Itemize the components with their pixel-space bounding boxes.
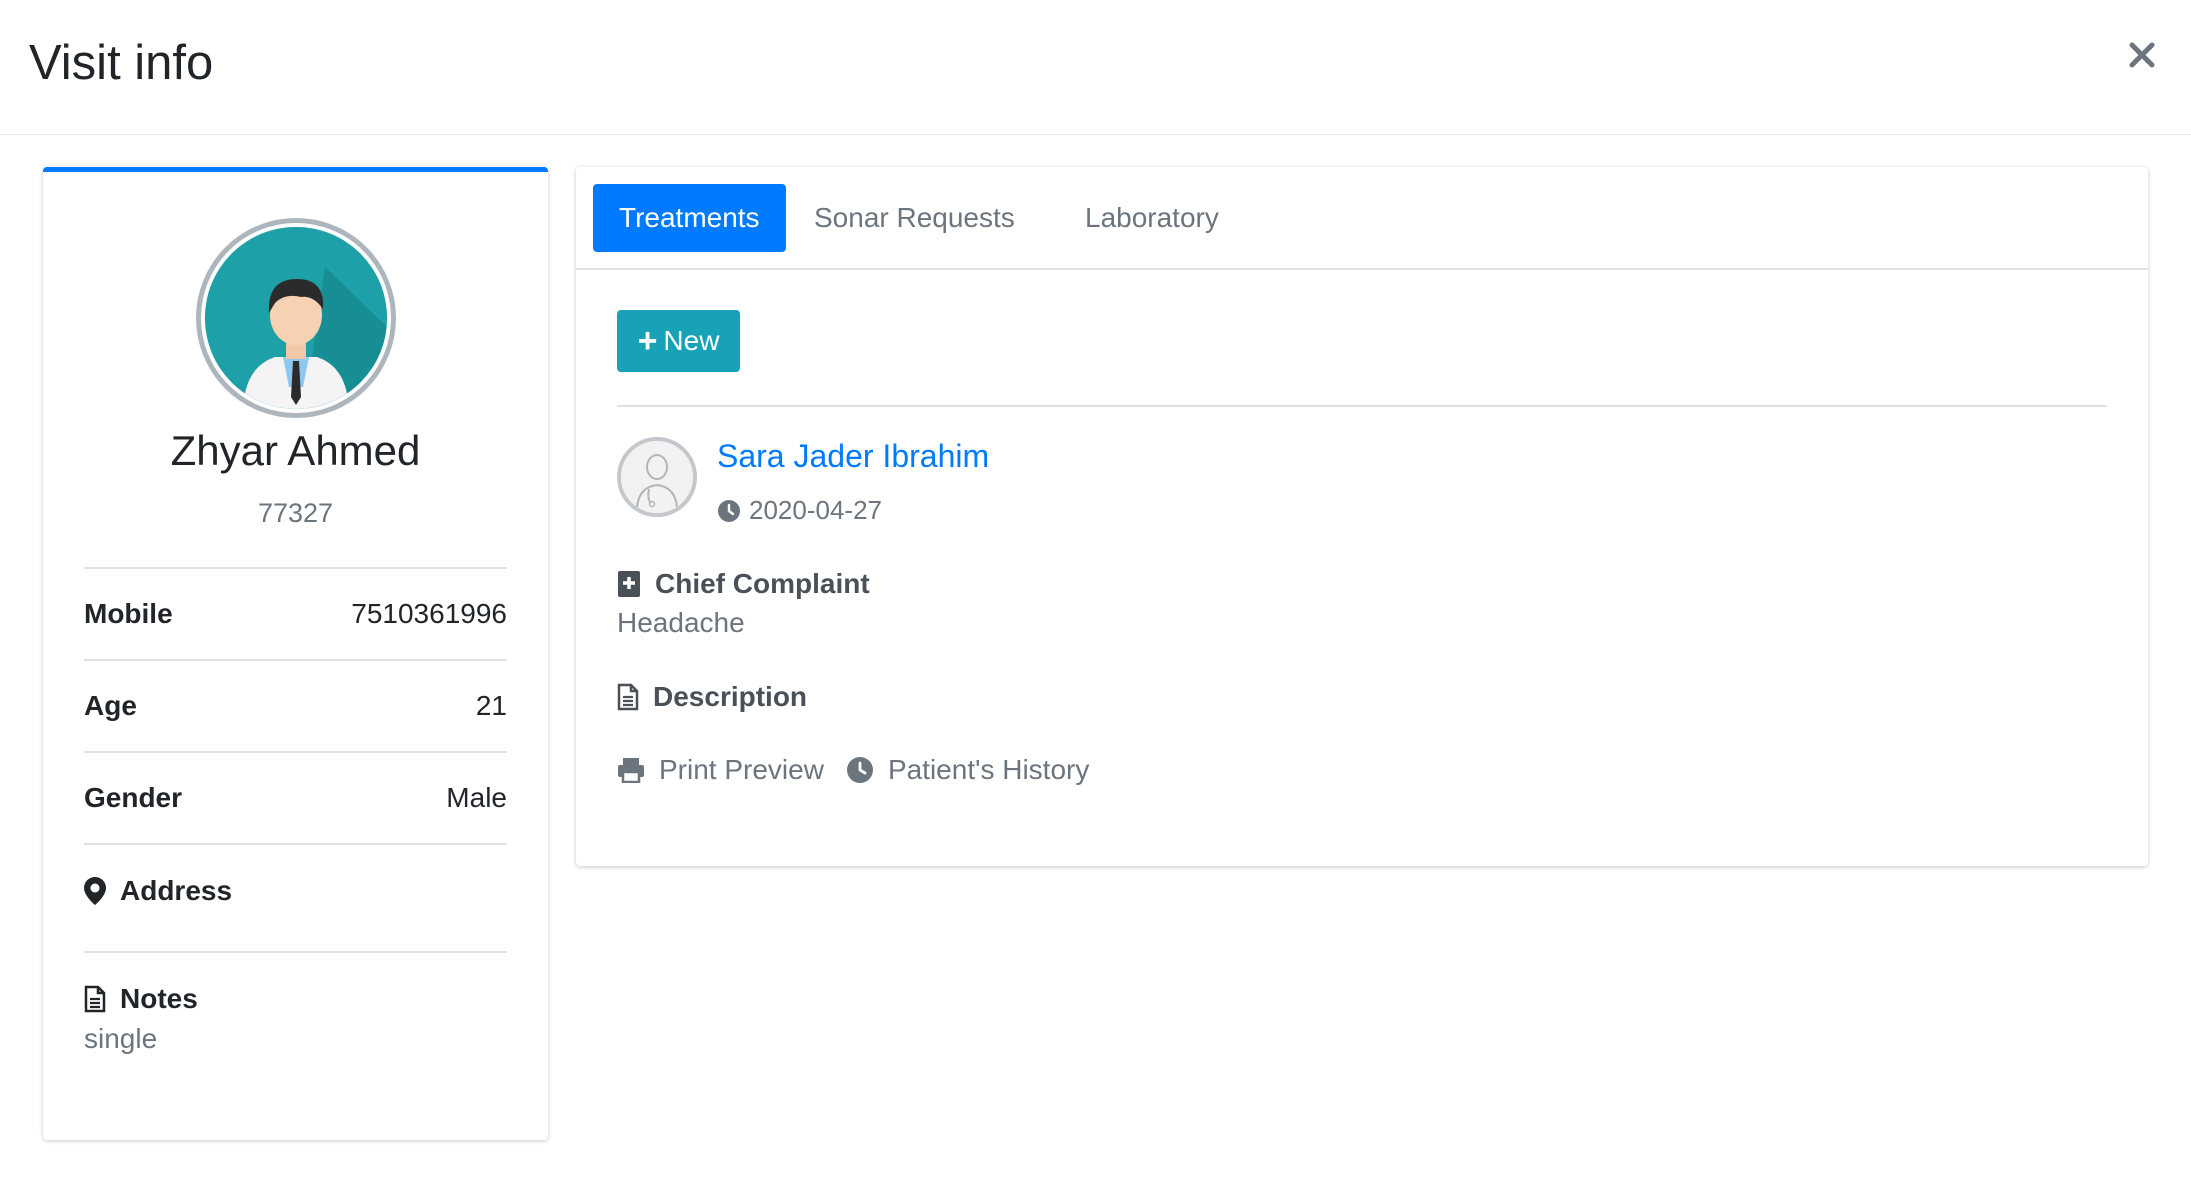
- age-value: 21: [475, 690, 507, 721]
- info-row-age: Age 21: [84, 659, 507, 751]
- tab-bar: Treatments Sonar Requests Laboratory: [576, 167, 2148, 270]
- patient-history-label: Patient's History: [887, 754, 1090, 785]
- close-button[interactable]: [2119, 32, 2165, 78]
- chief-complaint-value: Headache: [617, 607, 745, 638]
- description-label: Description: [653, 681, 808, 712]
- close-icon: [2129, 42, 2155, 68]
- map-marker-icon: [84, 877, 106, 905]
- tab-sonar-requests[interactable]: Sonar Requests: [788, 184, 1041, 252]
- description-header: Description: [617, 681, 807, 713]
- doctor-avatar: [617, 437, 697, 517]
- patient-name: Zhyar Ahmed: [170, 427, 421, 474]
- patient-profile-card: Zhyar Ahmed 77327 Mobile 7510361996 Age …: [43, 167, 548, 1140]
- file-text-icon: [617, 683, 639, 711]
- print-icon: [618, 758, 644, 783]
- treatment-date: 2020-04-27: [717, 495, 882, 526]
- doctor-name-link[interactable]: Sara Jader Ibrahim: [717, 438, 989, 475]
- gender-value: Male: [446, 782, 507, 813]
- treatment-date-value: 2020-04-27: [749, 495, 882, 525]
- mobile-value: 7510361996: [351, 598, 507, 629]
- patient-id: 77327: [257, 498, 334, 528]
- file-text-icon: [84, 985, 106, 1013]
- notes-block: Notes single: [84, 951, 507, 1059]
- patient-avatar: [196, 218, 396, 418]
- clock-icon: [846, 757, 873, 783]
- treatment-actions: Print Preview Patient's History: [617, 754, 1111, 786]
- divider: [617, 405, 2107, 407]
- modal-header: Visit info: [0, 0, 2191, 135]
- gender-label: Gender: [84, 782, 183, 813]
- chief-complaint-label: Chief Complaint: [655, 568, 870, 599]
- age-label: Age: [84, 690, 137, 721]
- mobile-label: Mobile: [84, 598, 173, 629]
- print-preview-label: Print Preview: [659, 754, 824, 785]
- medical-book-icon: [618, 571, 640, 597]
- new-button-label: New: [663, 325, 720, 356]
- modal-title: Visit info: [29, 36, 214, 90]
- notes-value: single: [84, 1023, 158, 1054]
- doctor-avatar-icon: [621, 441, 693, 513]
- patient-info-list: Mobile 7510361996 Age 21 Gender Male Add…: [84, 567, 507, 1059]
- tab-treatments[interactable]: Treatments: [593, 184, 786, 252]
- treatments-card: Treatments Sonar Requests Laboratory + N…: [576, 167, 2148, 866]
- plus-icon: +: [637, 322, 658, 360]
- chief-complaint-header: Chief Complaint: [617, 568, 870, 600]
- info-row-gender: Gender Male: [84, 751, 507, 843]
- address-label: Address: [120, 875, 233, 906]
- new-button[interactable]: + New: [617, 310, 740, 372]
- print-preview-link[interactable]: Print Preview: [617, 754, 824, 786]
- address-block: Address: [84, 843, 507, 951]
- info-row-mobile: Mobile 7510361996: [84, 567, 507, 659]
- patient-avatar-icon: [205, 227, 387, 409]
- clock-icon: [718, 499, 740, 522]
- notes-label: Notes: [120, 983, 198, 1014]
- tab-laboratory[interactable]: Laboratory: [1059, 184, 1245, 252]
- patient-history-link[interactable]: Patient's History: [846, 754, 1089, 786]
